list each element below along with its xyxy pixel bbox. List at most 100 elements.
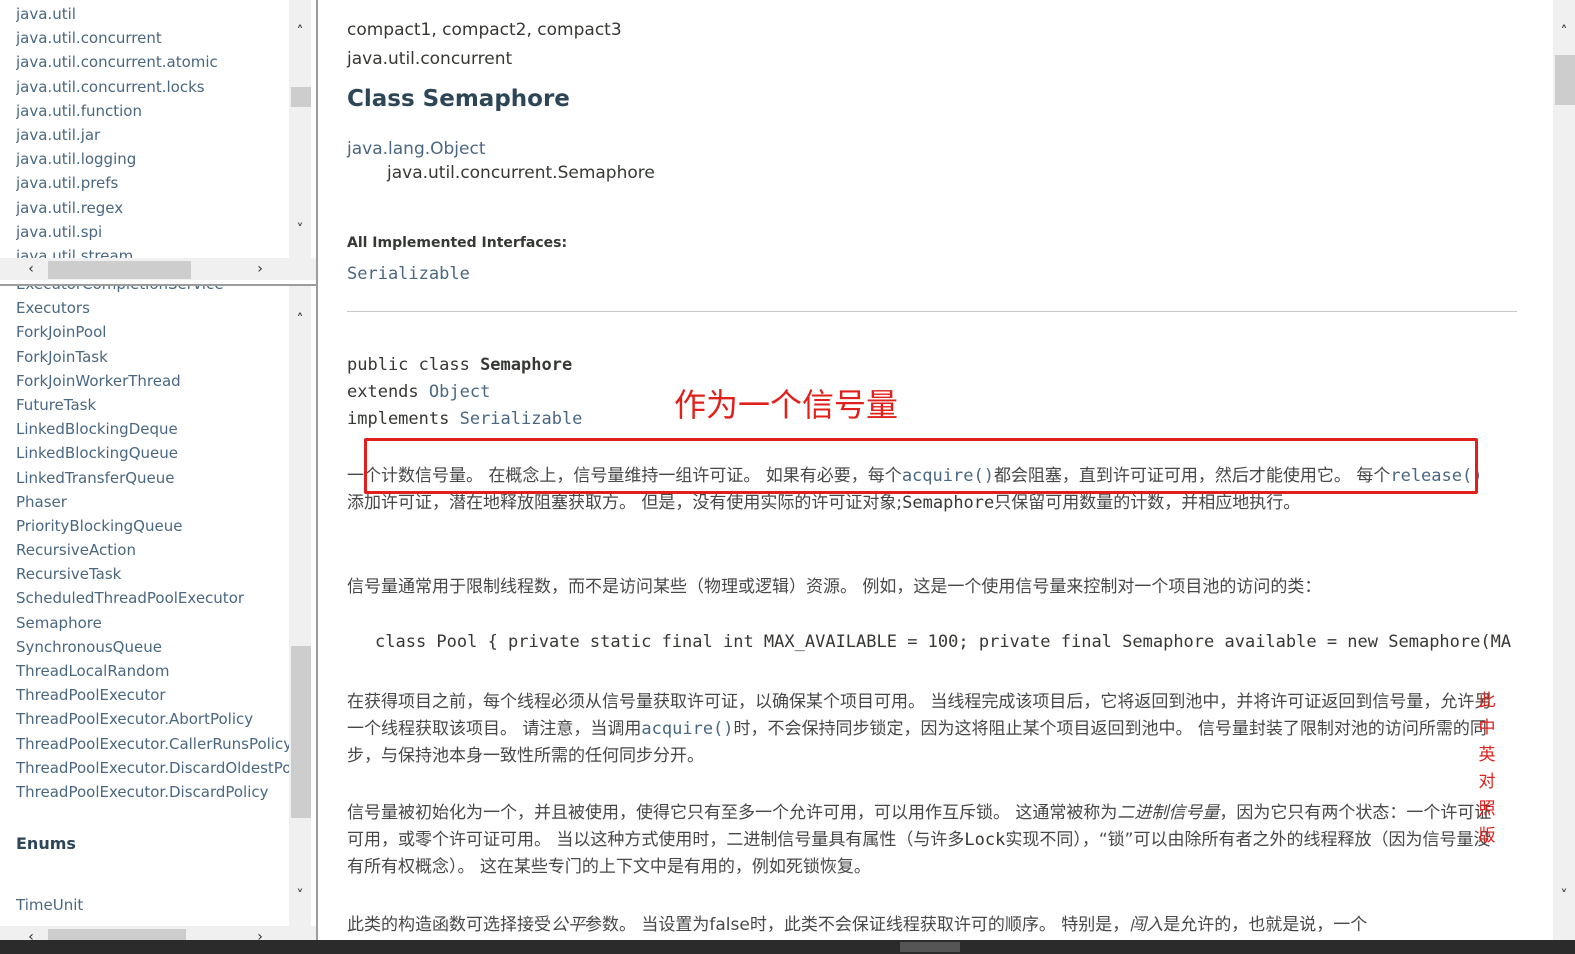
note-char: 对 <box>1478 772 1496 792</box>
class-scroll-thumb[interactable] <box>291 646 311 818</box>
interface-link[interactable]: Serializable <box>347 264 470 284</box>
vertical-annotation: 此 中 英 对 照 版 <box>1475 688 1499 850</box>
implemented-interfaces-label: All Implemented Interfaces: <box>347 235 568 251</box>
text: 添加许可证，潜在地释放阻塞获取方。 但是，没有使用实际的许可证对象; <box>347 493 903 513</box>
acquire-link[interactable]: acquire() <box>902 466 994 486</box>
scroll-right-arrow-icon[interactable]: › <box>249 259 271 279</box>
package-link[interactable]: java.util.concurrent <box>16 27 288 51</box>
text: 此类的构造函数可选择接受 <box>347 915 551 935</box>
text: 信号量被初始化为一个，并且被使用，使得它只有至多一个允许可用，可以用作互斥锁。 … <box>347 803 1118 823</box>
description-paragraph: 在获得项目之前，每个线程必须从信号量获取许可证，以确保某个项目可用。 当线程完成… <box>347 689 1497 770</box>
description-paragraph: 一个计数信号量。 在概念上，信号量维持一组许可证。 如果有必要，每个acquir… <box>347 463 1497 517</box>
enums-heading: Enums <box>16 834 76 853</box>
scroll-down-arrow-icon[interactable]: ˅ <box>289 886 311 906</box>
enum-link[interactable]: TimeUnit <box>16 896 83 914</box>
class-link[interactable]: ThreadPoolExecutor.DiscardPolicy <box>16 780 290 804</box>
class-link[interactable]: ThreadPoolExecutor.CallerRunsPolicy <box>16 732 290 756</box>
package-link[interactable]: java.util.jar <box>16 124 288 148</box>
scroll-down-arrow-icon[interactable]: ˅ <box>1553 886 1575 906</box>
keyword: implements <box>347 409 460 429</box>
scroll-up-arrow-icon[interactable]: ˄ <box>1553 22 1575 42</box>
package-list: java.util java.util.concurrent java.util… <box>16 3 288 269</box>
class-link[interactable]: LinkedBlockingDeque <box>16 417 290 441</box>
package-link[interactable]: java.util.spi <box>16 221 288 245</box>
package-scroll-thumb[interactable] <box>291 87 311 107</box>
signature-superclass-link[interactable]: Object <box>429 382 490 402</box>
class-link[interactable]: RecursiveTask <box>16 562 290 586</box>
package-label: java.util.concurrent <box>347 49 513 69</box>
text: 是允许的，也就是说，一个 <box>1163 915 1368 935</box>
package-link[interactable]: java.util.logging <box>16 148 288 172</box>
note-char: 此 <box>1478 691 1496 711</box>
scroll-left-arrow-icon[interactable]: ‹ <box>20 259 42 279</box>
class-link[interactable]: PriorityBlockingQueue <box>16 514 290 538</box>
page-title: Class Semaphore <box>347 86 570 112</box>
package-list-frame: java.util java.util.concurrent java.util… <box>0 0 318 284</box>
scroll-up-arrow-icon[interactable]: ˄ <box>289 22 311 42</box>
code-example: class Pool { private static final int MA… <box>375 632 1512 652</box>
keyword: public class <box>347 355 481 375</box>
package-link[interactable]: java.util.regex <box>16 197 288 221</box>
class-signature: public class Semaphore extends Object im… <box>347 352 582 433</box>
class-link[interactable]: ThreadPoolExecutor.DiscardOldestPolicy <box>16 756 290 780</box>
package-vertical-scrollbar[interactable]: ˄ ˅ <box>289 0 311 258</box>
release-link[interactable]: release() <box>1390 466 1482 486</box>
class-list: ExecutorCompletionService Executors Fork… <box>16 286 290 804</box>
class-vertical-scrollbar[interactable]: ˄ ˅ <box>289 286 311 926</box>
emphasis: 公平 <box>551 915 585 935</box>
text: 都会阻塞，直到许可证可用，然后才能使用它。 每个 <box>993 466 1391 486</box>
note-char: 中 <box>1478 718 1496 738</box>
class-link[interactable]: LinkedTransferQueue <box>16 466 290 490</box>
package-link[interactable]: java.util.concurrent.atomic <box>16 51 288 75</box>
text: 参数。 当设置为false时，此类不会保证线程获取许可的顺序。 特别是， <box>585 915 1130 935</box>
keyword: extends <box>347 382 429 402</box>
package-hscroll-thumb[interactable] <box>48 261 191 279</box>
text: 只保留可用数量的计数，并相应地执行。 <box>994 493 1301 513</box>
class-list-frame: ExecutorCompletionService Executors Fork… <box>0 286 318 954</box>
description-paragraph: 信号量通常用于限制线程数，而不是访问某些（物理或逻辑）资源。 例如，这是一个使用… <box>347 577 1322 597</box>
emphasis: 闯入 <box>1129 915 1164 935</box>
note-char: 照 <box>1478 799 1496 819</box>
acquire-link[interactable]: acquire() <box>641 719 733 739</box>
description-paragraph: 此类的构造函数可选择接受公平参数。 当设置为false时，此类不会保证线程获取许… <box>347 912 1497 939</box>
code-term: Lock <box>964 830 1006 850</box>
class-link[interactable]: ForkJoinTask <box>16 345 290 369</box>
class-link[interactable]: ForkJoinWorkerThread <box>16 369 290 393</box>
class-link[interactable]: SynchronousQueue <box>16 635 290 659</box>
package-link[interactable]: java.util.concurrent.locks <box>16 76 288 100</box>
class-link[interactable]: RecursiveAction <box>16 538 290 562</box>
emphasis: 二进制信号量 <box>1117 803 1220 823</box>
class-link[interactable]: ThreadPoolExecutor.AbortPolicy <box>16 707 290 731</box>
package-link[interactable]: java.util <box>16 3 288 27</box>
class-link[interactable]: ThreadLocalRandom <box>16 659 290 683</box>
class-link[interactable]: LinkedBlockingQueue <box>16 441 290 465</box>
class-link-semaphore[interactable]: Semaphore <box>16 611 290 635</box>
package-horizontal-scrollbar[interactable]: ‹ › <box>0 258 316 280</box>
class-link[interactable]: ForkJoinPool <box>16 320 290 344</box>
class-link[interactable]: Executors <box>16 296 290 320</box>
bottom-scroll-thumb[interactable] <box>900 942 960 952</box>
class-link[interactable]: Phaser <box>16 490 290 514</box>
package-link[interactable]: java.util.prefs <box>16 172 288 196</box>
signature-interface-link[interactable]: Serializable <box>460 409 583 429</box>
class-link[interactable]: FutureTask <box>16 393 290 417</box>
class-detail-frame: compact1, compact2, compact3 java.util.c… <box>320 0 1575 954</box>
note-char: 版 <box>1478 826 1496 846</box>
superclass-link[interactable]: java.lang.Object <box>347 139 486 159</box>
main-vertical-scrollbar[interactable]: ˄ ˅ <box>1553 0 1575 940</box>
red-annotation-label: 作为一个信号量 <box>674 386 899 424</box>
scroll-up-arrow-icon[interactable]: ˄ <box>289 310 311 330</box>
package-link[interactable]: java.util.function <box>16 100 288 124</box>
text: 一个计数信号量。 在概念上，信号量维持一组许可证。 如果有必要，每个 <box>347 466 902 486</box>
profile-list: compact1, compact2, compact3 <box>347 20 622 40</box>
note-char: 英 <box>1478 745 1496 765</box>
scroll-down-arrow-icon[interactable]: ˅ <box>289 220 311 240</box>
main-scroll-thumb[interactable] <box>1555 55 1575 105</box>
taskbar-strip <box>0 940 1575 954</box>
code-term: Semaphore <box>902 493 995 513</box>
divider <box>347 311 1517 312</box>
class-link[interactable]: ThreadPoolExecutor <box>16 683 290 707</box>
class-link[interactable]: ExecutorCompletionService <box>16 286 290 296</box>
class-link[interactable]: ScheduledThreadPoolExecutor <box>16 586 290 610</box>
signature-class-name: Semaphore <box>480 355 573 375</box>
